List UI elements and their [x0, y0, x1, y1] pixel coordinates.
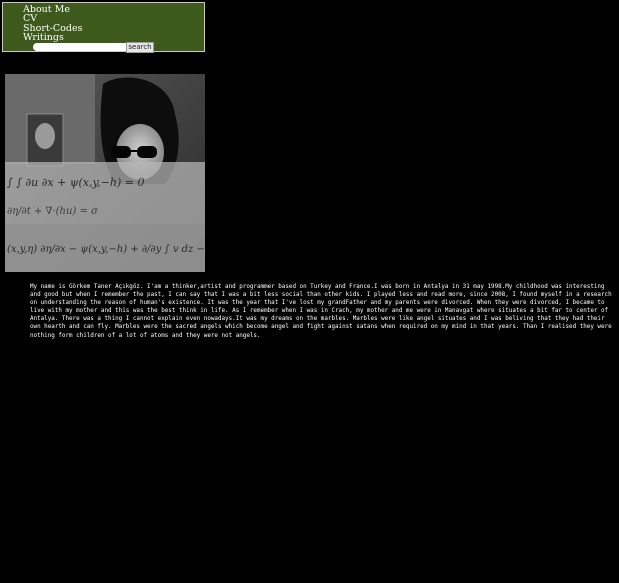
- search-input[interactable]: [33, 43, 131, 51]
- svg-text:∫ ∫ ∂u ∂x + ψ(x,y,−h) = 0: ∫ ∫ ∂u ∂x + ψ(x,y,−h) = 0: [7, 176, 145, 189]
- bio-paragraph: My name is Görkem Taner Açıkgöz. I'am a …: [30, 284, 612, 339]
- nav-link-writings[interactable]: Writings: [23, 33, 82, 43]
- search-button[interactable]: search: [126, 42, 154, 53]
- svg-text:(x,y,η) ∂η/∂x − ψ(x,y,−h) + ∂/: (x,y,η) ∂η/∂x − ψ(x,y,−h) + ∂/∂y ∫ v dz …: [7, 244, 205, 255]
- navigation-panel: About Me CV Short-Codes Writings search: [2, 2, 205, 53]
- portrait-photo-icon: ∫ ∫ ∂u ∂x + ψ(x,y,−h) = 0 ∂η/∂t + ∇·(hu)…: [5, 74, 205, 272]
- nav-menu: About Me CV Short-Codes Writings: [23, 5, 82, 43]
- svg-text:∂η/∂t + ∇·(hu) = σ: ∂η/∂t + ∇·(hu) = σ: [7, 206, 99, 217]
- profile-photo: ∫ ∫ ∂u ∂x + ψ(x,y,−h) = 0 ∂η/∂t + ∇·(hu)…: [5, 74, 205, 272]
